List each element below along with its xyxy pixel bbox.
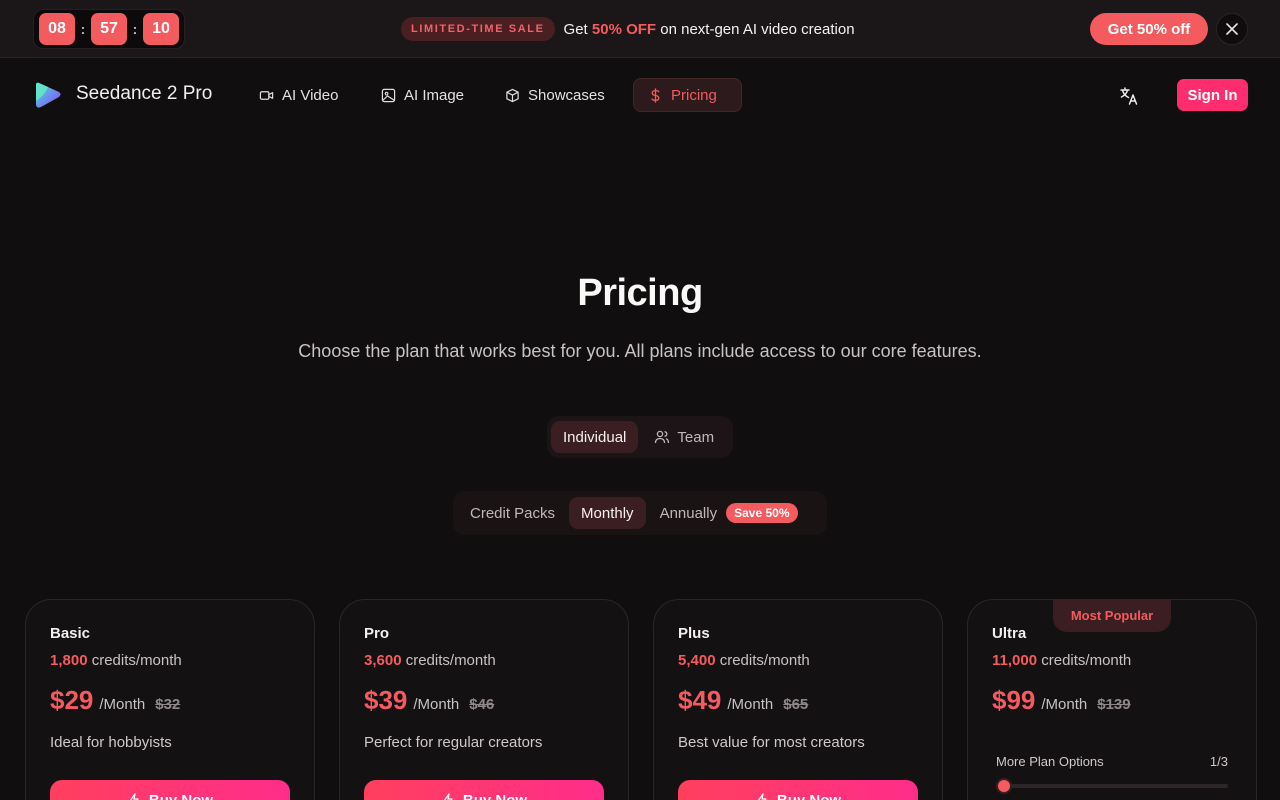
plan-price: $39 (364, 685, 408, 715)
plan-card-ultra: Most Popular Ultra 11,000 credits/month … (967, 599, 1257, 800)
bolt-icon (129, 793, 139, 800)
plan-card-pro: Pro 3,600 credits/month $39 /Month $46 P… (339, 599, 629, 800)
tab-annually-label: Annually (659, 504, 718, 522)
plan-price: $99 (992, 685, 1036, 715)
plan-credits: 11,000 credits/month (992, 652, 1232, 669)
users-icon (655, 430, 670, 444)
countdown-timer: 08 : 57 : 10 (33, 9, 185, 49)
buy-now-button[interactable]: Buy Now (364, 780, 604, 800)
promo-text-after: on next-gen AI video creation (660, 20, 855, 38)
close-promo-button[interactable] (1216, 13, 1248, 45)
tab-team[interactable]: Team (642, 421, 726, 453)
price-row: $99 /Month $139 (992, 685, 1232, 716)
old-price: $46 (469, 696, 495, 713)
nav-ai-video-label: AI Video (282, 86, 339, 104)
main-nav: Seedance 2 Pro AI Video AI Image Showcas… (0, 59, 1280, 131)
most-popular-badge: Most Popular (1053, 599, 1171, 632)
image-icon (381, 88, 396, 102)
buy-now-label: Buy Now (148, 791, 214, 800)
price-period: /Month (1041, 696, 1088, 713)
nav-showcases[interactable]: Showcases (491, 78, 619, 112)
timer-hours: 08 (39, 13, 75, 45)
page-subtitle: Choose the plan that works best for you.… (298, 341, 982, 361)
tab-individual[interactable]: Individual (551, 421, 639, 453)
promo-cta-button[interactable]: Get 50% off (1090, 13, 1208, 45)
bolt-icon (443, 793, 453, 800)
credits-unit: credits/month (1041, 652, 1132, 669)
plan-credits: 3,600 credits/month (364, 652, 604, 669)
promo-text-before: Get (563, 20, 588, 38)
plan-card-basic: Basic 1,800 credits/month $29 /Month $32… (25, 599, 315, 800)
plan-price: $29 (50, 685, 94, 715)
credits-amount: 11,000 (992, 652, 1038, 669)
price-row: $39 /Month $46 (364, 685, 604, 716)
save-badge: Save 50% (726, 503, 798, 523)
promo-banner: 08 : 57 : 10 LIMITED-TIME SALE Get 50% O… (0, 0, 1280, 58)
plan-name: Plus (678, 625, 710, 642)
more-plan-options: More Plan Options 1/3 (996, 754, 1228, 769)
promo-message: LIMITED-TIME SALE Get 50% OFF on next-ge… (401, 17, 855, 41)
plan-card-plus: Plus 5,400 credits/month $49 /Month $65 … (653, 599, 943, 800)
bolt-icon (757, 793, 767, 800)
nav-ai-image-label: AI Image (404, 86, 465, 104)
translate-icon[interactable] (1119, 86, 1139, 106)
nav-ai-image[interactable]: AI Image (367, 78, 478, 112)
old-price: $32 (155, 696, 181, 713)
plan-name: Basic (50, 625, 91, 642)
old-price: $65 (783, 696, 809, 713)
buy-now-button[interactable]: Buy Now (678, 780, 918, 800)
credits-amount: 1,800 (50, 652, 88, 669)
buy-now-label: Buy Now (776, 791, 842, 800)
credits-amount: 3,600 (364, 652, 402, 669)
price-period: /Month (99, 696, 146, 713)
promo-text: Get 50% OFF on next-gen AI video creatio… (564, 21, 855, 38)
page-title: Pricing (577, 272, 703, 314)
timer-minutes: 57 (91, 13, 127, 45)
dollar-icon (651, 87, 660, 103)
tab-monthly[interactable]: Monthly (569, 497, 646, 529)
credits-unit: credits/month (719, 652, 810, 669)
credits-amount: 5,400 (678, 652, 716, 669)
billing-toggle: Credit Packs Monthly Annually Save 50% (453, 491, 827, 535)
buy-now-button[interactable]: Buy Now (50, 780, 290, 800)
nav-ai-video[interactable]: AI Video (245, 78, 352, 112)
audience-toggle: Individual Team (547, 416, 733, 458)
nav-pricing[interactable]: Pricing (633, 78, 742, 112)
timer-separator: : (132, 21, 138, 37)
buy-now-label: Buy Now (462, 791, 528, 800)
tab-annually[interactable]: Annually Save 50% (648, 497, 810, 529)
old-price: $139 (1097, 696, 1131, 713)
sale-tag: LIMITED-TIME SALE (401, 17, 555, 41)
tab-team-label: Team (677, 428, 715, 446)
nav-pricing-label: Pricing (671, 86, 717, 104)
timer-separator: : (80, 21, 86, 37)
logo-icon[interactable] (33, 81, 63, 109)
price-row: $49 /Month $65 (678, 685, 918, 716)
close-icon (1226, 23, 1238, 35)
plan-description: Perfect for regular creators (364, 734, 543, 751)
nav-showcases-label: Showcases (528, 86, 605, 104)
plan-price: $49 (678, 685, 722, 715)
plan-description: Ideal for hobbyists (50, 734, 172, 751)
box-icon (506, 88, 519, 102)
plan-options-slider[interactable] (996, 778, 1228, 794)
price-row: $29 /Month $32 (50, 685, 290, 716)
slider-handle[interactable] (996, 778, 1012, 794)
more-plan-options-label: More Plan Options (996, 754, 1104, 769)
plan-option-page: 1/3 (1209, 754, 1228, 769)
credits-unit: credits/month (91, 652, 182, 669)
sign-in-button[interactable]: Sign In (1177, 79, 1248, 111)
tab-credit-packs[interactable]: Credit Packs (458, 497, 567, 529)
price-period: /Month (413, 696, 460, 713)
plan-name: Pro (364, 625, 390, 642)
promo-highlight: 50% OFF (591, 20, 657, 38)
price-period: /Month (727, 696, 774, 713)
timer-seconds: 10 (143, 13, 179, 45)
plan-credits: 5,400 credits/month (678, 652, 918, 669)
plan-description: Best value for most creators (678, 734, 865, 751)
video-icon (259, 90, 274, 100)
plan-credits: 1,800 credits/month (50, 652, 290, 669)
brand-name[interactable]: Seedance 2 Pro (76, 83, 212, 105)
credits-unit: credits/month (405, 652, 496, 669)
